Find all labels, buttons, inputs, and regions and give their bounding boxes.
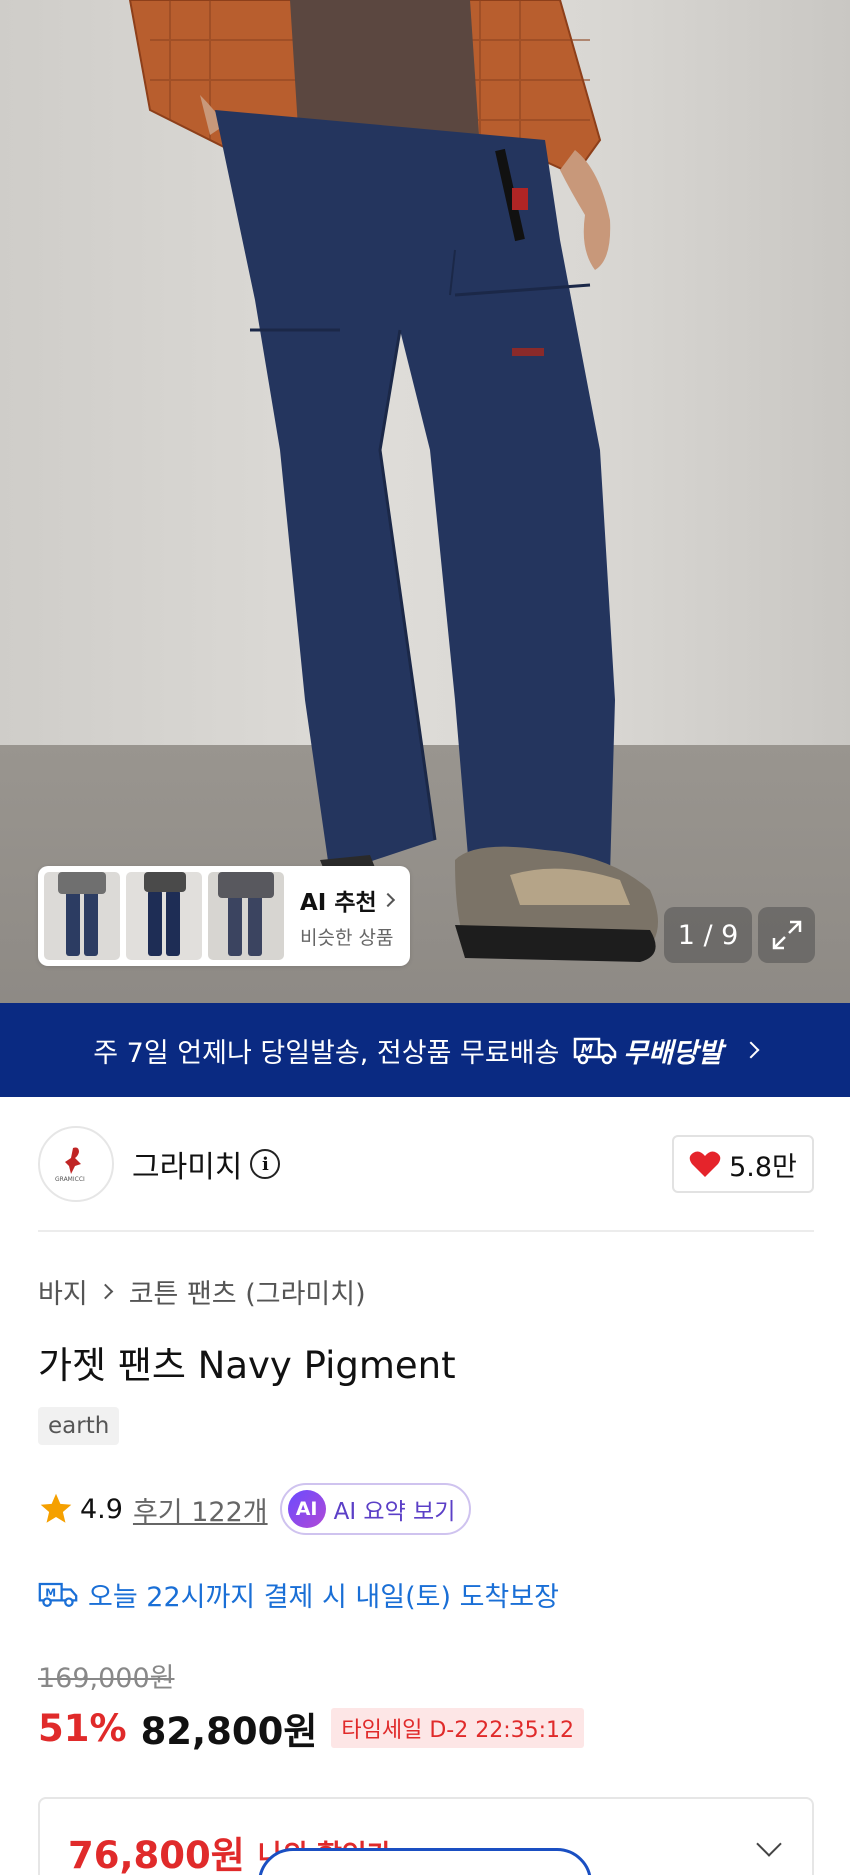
chevron-right-icon (742, 1041, 760, 1059)
ai-recommend-title: AI 추천 (300, 883, 395, 917)
delivery-text: 오늘 22시까지 결제 시 내일(토) 도착보장 (88, 1581, 559, 1613)
product-title: 가젯 팬츠 Navy Pigment (38, 1344, 456, 1387)
brand-logo[interactable]: GRAMICCI (38, 1126, 114, 1202)
chevron-down-icon[interactable] (756, 1831, 782, 1857)
delivery-truck-icon: M (574, 1037, 617, 1065)
ai-recommend-thumbnail-3 (208, 872, 284, 960)
expand-icon (772, 920, 801, 950)
svg-text:M: M (45, 1587, 56, 1600)
ai-recommend-title-text: AI 추천 (300, 889, 377, 916)
ai-summary-label: AI 요약 보기 (333, 1499, 456, 1525)
image-counter: 1 / 9 (664, 907, 752, 963)
ai-recommend-text: AI 추천 비슷한 상품 (300, 883, 395, 950)
breadcrumb-item-subcategory[interactable]: 코튼 팬츠 (그라미치) (129, 1272, 366, 1311)
my-discount-price: 76,800원 (68, 1834, 245, 1875)
breadcrumb: 바지 코튼 팬츠 (그라미치) (38, 1272, 366, 1311)
brand-name[interactable]: 그라미치 (132, 1142, 242, 1186)
price-row: 51% 82,800원 타임세일 D-2 22:35:12 (38, 1702, 585, 1754)
original-price: 169,000원 (38, 1663, 175, 1694)
rating-row: 4.9 후기 122개 AI AI 요약 보기 (38, 1483, 472, 1535)
discount-rate: 51% (38, 1706, 127, 1750)
ai-summary-button[interactable]: AI AI 요약 보기 (279, 1483, 472, 1535)
sale-price: 82,800원 (140, 1710, 318, 1753)
rating-score: 4.9 (80, 1493, 123, 1525)
breadcrumb-item-category[interactable]: 바지 (38, 1272, 88, 1311)
ai-recommend-thumbnail-1 (44, 872, 120, 960)
delivery-guarantee[interactable]: M 오늘 22시까지 결제 시 내일(토) 도착보장 (38, 1574, 559, 1614)
floating-coupon-pill[interactable] (258, 1848, 592, 1875)
banner-brand-label: 무배당발 (623, 1037, 723, 1069)
like-count: 5.8만 (729, 1151, 797, 1183)
brand-row: GRAMICCI 그라미치 i 5.8만 (38, 1126, 814, 1202)
review-count-link[interactable]: 후기 122개 (133, 1490, 268, 1529)
chevron-right-icon (380, 892, 395, 907)
banner-text: 주 7일 언제나 당일발송, 전상품 무료배송 (93, 1037, 560, 1069)
ai-badge-icon: AI (287, 1490, 326, 1528)
divider (38, 1230, 814, 1232)
star-icon (40, 1493, 72, 1523)
product-photo-model (128, 0, 658, 962)
like-button[interactable]: 5.8만 (672, 1135, 814, 1193)
ai-recommend-thumbnail-2 (126, 872, 202, 960)
banner-brand: M 무배당발 (573, 1031, 723, 1070)
ai-recommend-subtitle: 비슷한 상품 (300, 926, 394, 949)
expand-button[interactable] (758, 907, 815, 963)
svg-text:M: M (581, 1042, 593, 1056)
ai-recommend-card[interactable]: AI 추천 비슷한 상품 (38, 866, 410, 966)
chevron-right-icon (97, 1283, 113, 1300)
product-image-carousel[interactable]: AI 추천 비슷한 상품 1 / 9 (0, 0, 850, 1003)
delivery-truck-icon: M (38, 1582, 78, 1607)
info-icon[interactable]: i (250, 1149, 281, 1179)
brand-logo-text: GRAMICCI (55, 1176, 85, 1183)
timesale-badge: 타임세일 D-2 22:35:12 (331, 1708, 585, 1748)
free-shipping-banner[interactable]: 주 7일 언제나 당일발송, 전상품 무료배송 M 무배당발 (0, 1003, 850, 1097)
brand-logo-mark: GRAMICCI (55, 1147, 85, 1183)
heart-icon (689, 1151, 721, 1177)
product-tag[interactable]: earth (38, 1407, 120, 1445)
